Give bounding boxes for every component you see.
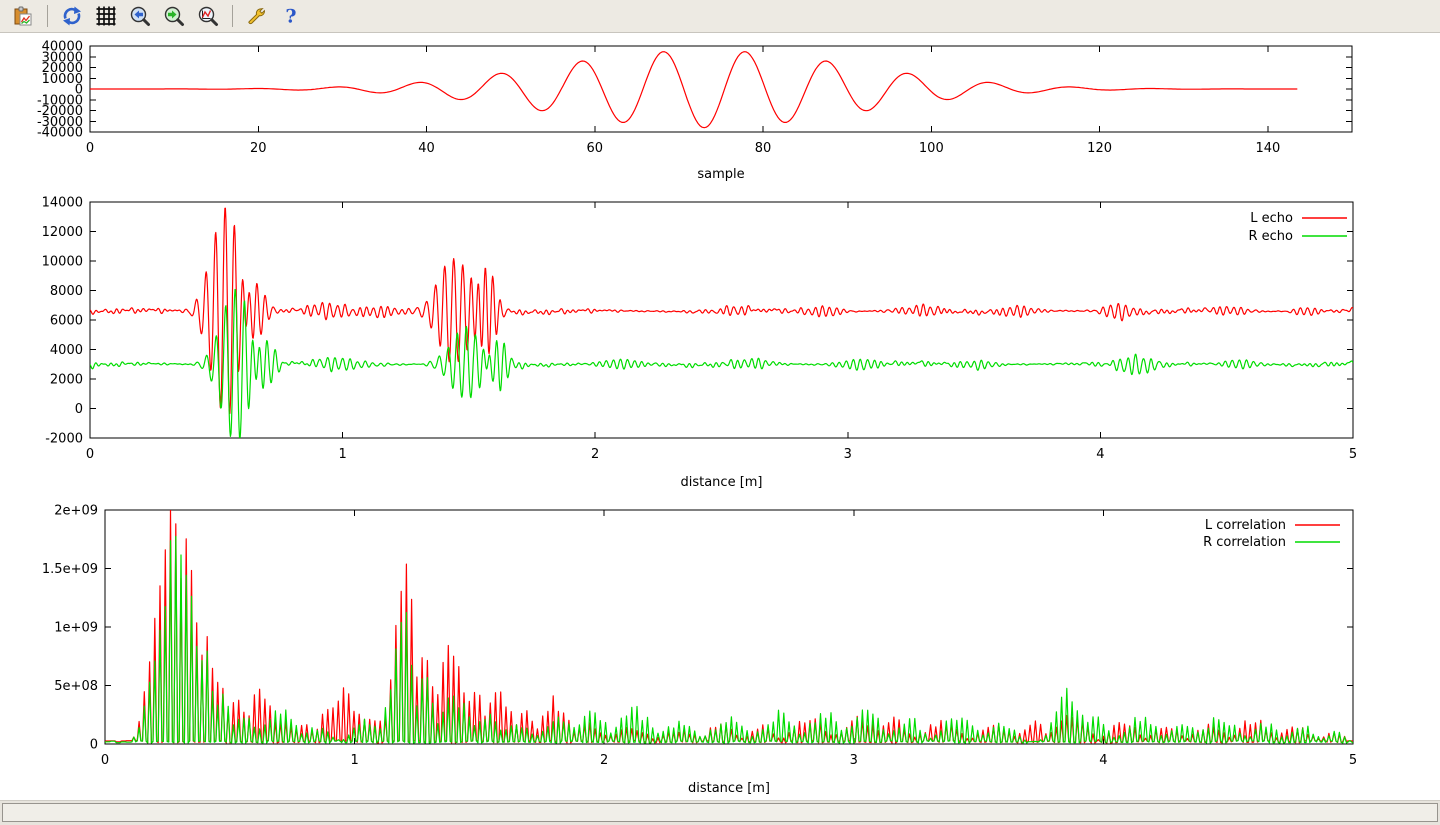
svg-text:120: 120 (1087, 141, 1112, 156)
svg-text:1: 1 (338, 447, 346, 462)
svg-text:2: 2 (591, 447, 599, 462)
help-button[interactable]: ? (276, 2, 306, 30)
svg-text:L correlation: L correlation (1205, 518, 1286, 533)
svg-text:R echo: R echo (1248, 229, 1293, 244)
series-l-correlation (105, 510, 1357, 743)
axis-ticks (105, 510, 1353, 744)
x-axis-label: distance [m] (688, 781, 770, 796)
replot-icon (61, 5, 83, 27)
series-pulse (90, 52, 1297, 128)
toolbar: ? (0, 0, 1440, 33)
chart-3: 0 1 2 3 4 5 0 5e+08 1e+09 1.5e+09 2e+09 distance [m… (42, 504, 1357, 797)
legend: L echo R echo (1248, 211, 1347, 244)
copy-button[interactable] (8, 2, 38, 30)
svg-text:3: 3 (844, 447, 852, 462)
series-l-echo (90, 208, 1353, 413)
svg-text:0: 0 (86, 141, 94, 156)
svg-text:3: 3 (850, 753, 858, 768)
gnuplot-window: ? 020406080100120140-40000-30000-20000-1… (0, 0, 1440, 825)
svg-text:40: 40 (418, 141, 435, 156)
series-r-correlation (105, 537, 1357, 744)
svg-text:6000: 6000 (50, 314, 83, 329)
svg-text:4: 4 (1096, 447, 1104, 462)
zoom-previous-button[interactable] (125, 2, 155, 30)
plot-border (90, 202, 1353, 438)
svg-text:20: 20 (250, 141, 267, 156)
zoom-autoscale-icon (197, 5, 219, 27)
zoom-next-button[interactable] (159, 2, 189, 30)
svg-text:60: 60 (587, 141, 604, 156)
zoom-next-icon (163, 5, 185, 27)
status-field (2, 803, 1438, 822)
x-axis-label: distance [m] (680, 475, 762, 490)
svg-text:?: ? (285, 6, 296, 28)
svg-text:100: 100 (919, 141, 944, 156)
svg-text:0: 0 (101, 753, 109, 768)
svg-text:40000: 40000 (42, 40, 83, 55)
statusbar (0, 800, 1440, 825)
svg-text:140: 140 (1255, 141, 1280, 156)
svg-text:5: 5 (1349, 447, 1357, 462)
svg-text:1: 1 (350, 753, 358, 768)
svg-text:2000: 2000 (50, 373, 83, 388)
svg-text:0: 0 (75, 402, 83, 417)
svg-text:12000: 12000 (42, 225, 83, 240)
config-button[interactable] (242, 2, 272, 30)
grid-button[interactable] (91, 2, 121, 30)
toolbar-separator (232, 5, 233, 27)
help-icon: ? (280, 5, 302, 27)
svg-text:L echo: L echo (1250, 211, 1293, 226)
svg-text:14000: 14000 (42, 196, 83, 211)
svg-text:4000: 4000 (50, 343, 83, 358)
grid-icon (95, 5, 117, 27)
svg-text:1e+09: 1e+09 (54, 621, 98, 636)
toolbar-separator (47, 5, 48, 27)
zoom-previous-icon (129, 5, 151, 27)
svg-text:5e+08: 5e+08 (54, 679, 98, 694)
axis-ticks (90, 202, 1353, 438)
svg-text:8000: 8000 (50, 284, 83, 299)
svg-text:1.5e+09: 1.5e+09 (42, 562, 98, 577)
svg-text:-2000: -2000 (45, 432, 83, 447)
svg-text:R correlation: R correlation (1203, 535, 1286, 550)
svg-text:0: 0 (86, 447, 94, 462)
svg-text:10000: 10000 (42, 255, 83, 270)
legend: L correlation R correlation (1203, 518, 1340, 550)
chart-1: 020406080100120140-40000-30000-20000-100… (37, 40, 1352, 183)
clipboard-chart-icon (12, 5, 34, 27)
svg-text:5: 5 (1349, 753, 1357, 768)
svg-text:2: 2 (600, 753, 608, 768)
plots-canvas[interactable]: 020406080100120140-40000-30000-20000-100… (0, 0, 1440, 800)
svg-text:80: 80 (755, 141, 772, 156)
wrench-icon (246, 5, 268, 27)
autoscale-button[interactable] (193, 2, 223, 30)
x-axis-label: sample (697, 167, 744, 182)
svg-text:4: 4 (1099, 753, 1107, 768)
svg-text:2e+09: 2e+09 (54, 504, 98, 519)
plot-border (105, 510, 1353, 744)
chart-2: 012345-200002000400060008000100001200014… (42, 196, 1358, 491)
svg-text:0: 0 (90, 738, 98, 753)
replot-button[interactable] (57, 2, 87, 30)
